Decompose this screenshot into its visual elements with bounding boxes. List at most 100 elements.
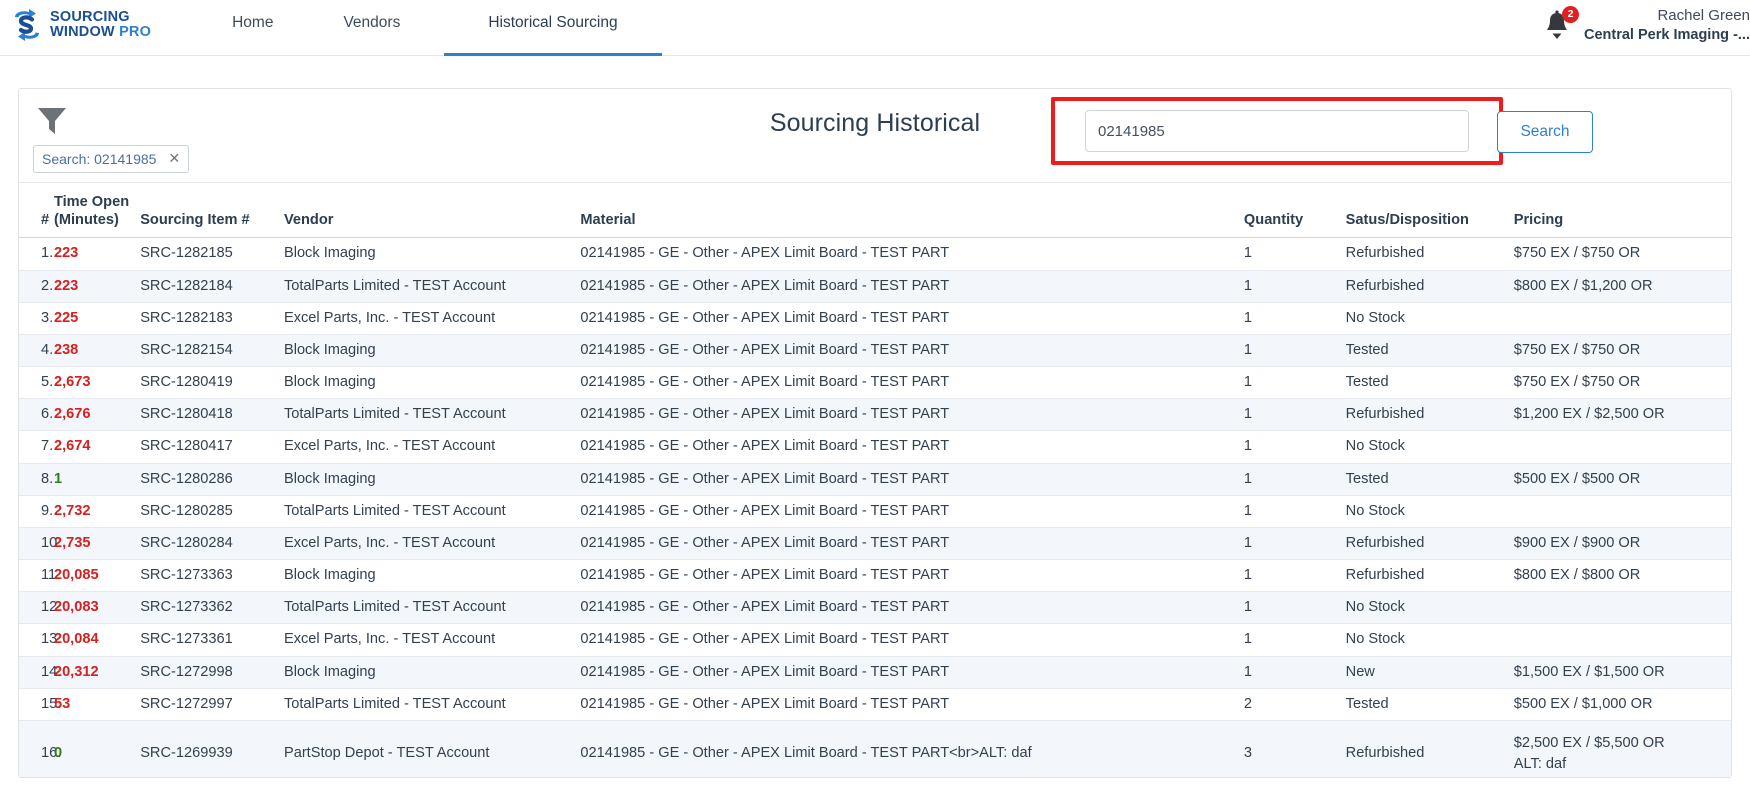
cell-vendor: PartStop Depot - TEST Account (280, 720, 576, 777)
cell-time-open: 2,673 (50, 367, 136, 399)
table-row[interactable]: 15.53SRC-1272997TotalParts Limited - TES… (19, 688, 1731, 720)
cell-pricing (1510, 495, 1731, 527)
cell-vendor: TotalParts Limited - TEST Account (280, 495, 576, 527)
cell-status: Refurbished (1342, 720, 1510, 777)
cell-time-open: 2,676 (50, 399, 136, 431)
cell-vendor: Block Imaging (280, 367, 576, 399)
cell-quantity: 1 (1240, 624, 1342, 656)
cell-quantity: 1 (1240, 495, 1342, 527)
cell-time-open: 223 (50, 238, 136, 270)
s-arrows-logo-icon (10, 8, 44, 42)
time-open-value: 2,676 (54, 406, 91, 422)
results-table-container[interactable]: # Time Open (Minutes) Sourcing Item # Ve… (19, 183, 1731, 777)
notifications-button[interactable]: 2 (1542, 9, 1584, 46)
cell-vendor: Excel Parts, Inc. - TEST Account (280, 431, 576, 463)
search-input[interactable] (1085, 110, 1469, 152)
column-header-pricing[interactable]: Pricing (1510, 183, 1731, 238)
column-header-quantity[interactable]: Quantity (1240, 183, 1342, 238)
notification-count-badge: 2 (1562, 6, 1579, 23)
cell-pricing: $500 EX / $500 OR (1510, 463, 1731, 495)
cell-material: 02141985 - GE - Other - APEX Limit Board… (576, 527, 1240, 559)
user-menu[interactable]: Rachel Green Central Perk Imaging -... (1584, 6, 1750, 44)
cell-sourcing-item: SRC-1273362 (136, 592, 280, 624)
table-row[interactable]: 16.0 SRC-1269939PartStop Depot - TEST Acc… (19, 720, 1731, 777)
time-open-value: 20,083 (54, 599, 99, 615)
column-header-sourcing-item[interactable]: Sourcing Item # (136, 183, 280, 238)
cell-quantity: 1 (1240, 270, 1342, 302)
table-row[interactable]: 8.1SRC-1280286Block Imaging02141985 - GE… (19, 463, 1731, 495)
cell-vendor: Block Imaging (280, 656, 576, 688)
sourcing-historical-card: Sourcing Historical Search Search: 02141… (18, 88, 1732, 778)
cell-time-open: 20,084 (50, 624, 136, 656)
column-header-status[interactable]: Satus/Disposition (1342, 183, 1510, 238)
cell-index: 6. (19, 399, 50, 431)
nav-item-vendors[interactable]: Vendors (299, 0, 444, 56)
time-open-value: 20,085 (54, 567, 99, 583)
table-row[interactable]: 7.2,674SRC-1280417Excel Parts, Inc. - TE… (19, 431, 1731, 463)
cell-pricing (1510, 592, 1731, 624)
cell-vendor: TotalParts Limited - TEST Account (280, 270, 576, 302)
cell-quantity: 1 (1240, 334, 1342, 366)
column-header-time-open-line1: Time Open (54, 193, 132, 211)
cell-quantity: 2 (1240, 688, 1342, 720)
table-row[interactable]: 5.2,673SRC-1280419Block Imaging02141985 … (19, 367, 1731, 399)
nav-item-historical-sourcing[interactable]: Historical Sourcing (444, 0, 661, 56)
cell-status: No Stock (1342, 624, 1510, 656)
cell-pricing (1510, 624, 1731, 656)
time-open-value: 225 (54, 310, 78, 326)
cell-status: Tested (1342, 367, 1510, 399)
cell-index: 8. (19, 463, 50, 495)
table-row[interactable]: 10.2,735SRC-1280284Excel Parts, Inc. - T… (19, 527, 1731, 559)
close-x-icon[interactable]: ✕ (168, 150, 180, 167)
table-row[interactable]: 3.225SRC-1282183Excel Parts, Inc. - TEST… (19, 302, 1731, 334)
table-row[interactable]: 14.20,312SRC-1272998Block Imaging0214198… (19, 656, 1731, 688)
column-header-index[interactable]: # (19, 183, 50, 238)
cell-status: Refurbished (1342, 399, 1510, 431)
table-row[interactable]: 9.2,732SRC-1280285TotalParts Limited - T… (19, 495, 1731, 527)
cell-pricing: $2,500 EX / $5,500 ORALT: daf (1510, 720, 1731, 777)
active-filter-chips: Search: 02141985 ✕ (33, 145, 189, 173)
table-row[interactable]: 4.238SRC-1282154Block Imaging02141985 - … (19, 334, 1731, 366)
cell-material: 02141985 - GE - Other - APEX Limit Board… (576, 560, 1240, 592)
cell-sourcing-item: SRC-1269939 (136, 720, 280, 777)
table-header: # Time Open (Minutes) Sourcing Item # Ve… (19, 183, 1731, 238)
cell-material: 02141985 - GE - Other - APEX Limit Board… (576, 238, 1240, 270)
search-button[interactable]: Search (1497, 111, 1593, 153)
bell-icon (1542, 28, 1572, 45)
column-header-material[interactable]: Material (576, 183, 1240, 238)
time-open-value: 0 (54, 745, 62, 761)
user-name: Rachel Green (1584, 6, 1750, 26)
pricing-primary: $2,500 EX / $5,500 OR (1514, 733, 1727, 754)
column-header-time-open[interactable]: Time Open (Minutes) (50, 183, 136, 238)
table-row[interactable]: 12.20,083SRC-1273362TotalParts Limited -… (19, 592, 1731, 624)
cell-vendor: TotalParts Limited - TEST Account (280, 592, 576, 624)
filter-chip-search[interactable]: Search: 02141985 ✕ (33, 145, 189, 173)
cell-material: 02141985 - GE - Other - APEX Limit Board… (576, 431, 1240, 463)
cell-vendor: Excel Parts, Inc. - TEST Account (280, 624, 576, 656)
cell-index: 4. (19, 334, 50, 366)
cell-time-open: 1 (50, 463, 136, 495)
table-row[interactable]: 2.223SRC-1282184TotalParts Limited - TES… (19, 270, 1731, 302)
cell-vendor: Block Imaging (280, 334, 576, 366)
column-header-vendor[interactable]: Vendor (280, 183, 576, 238)
cell-status: Tested (1342, 334, 1510, 366)
cell-index: 16. (19, 720, 50, 777)
cell-time-open: 53 (50, 688, 136, 720)
table-row[interactable]: 11.20,085SRC-1273363Block Imaging0214198… (19, 560, 1731, 592)
cell-sourcing-item: SRC-1273363 (136, 560, 280, 592)
cell-status: Tested (1342, 688, 1510, 720)
brand-logo[interactable]: SOURCING WINDOW PRO (10, 8, 151, 42)
cell-vendor: TotalParts Limited - TEST Account (280, 688, 576, 720)
cell-vendor: Excel Parts, Inc. - TEST Account (280, 527, 576, 559)
cell-pricing (1510, 431, 1731, 463)
table-row[interactable]: 13.20,084SRC-1273361Excel Parts, Inc. - … (19, 624, 1731, 656)
cell-index: 13. (19, 624, 50, 656)
table-row[interactable]: 1.223SRC-1282185Block Imaging02141985 - … (19, 238, 1731, 270)
table-row[interactable]: 6.2,676SRC-1280418TotalParts Limited - T… (19, 399, 1731, 431)
cell-time-open: 20,085 (50, 560, 136, 592)
nav-item-home[interactable]: Home (206, 0, 299, 56)
sourcing-results-table: # Time Open (Minutes) Sourcing Item # Ve… (19, 183, 1731, 777)
cell-quantity: 1 (1240, 592, 1342, 624)
cell-time-open: 2,674 (50, 431, 136, 463)
cell-pricing: $750 EX / $750 OR (1510, 367, 1731, 399)
